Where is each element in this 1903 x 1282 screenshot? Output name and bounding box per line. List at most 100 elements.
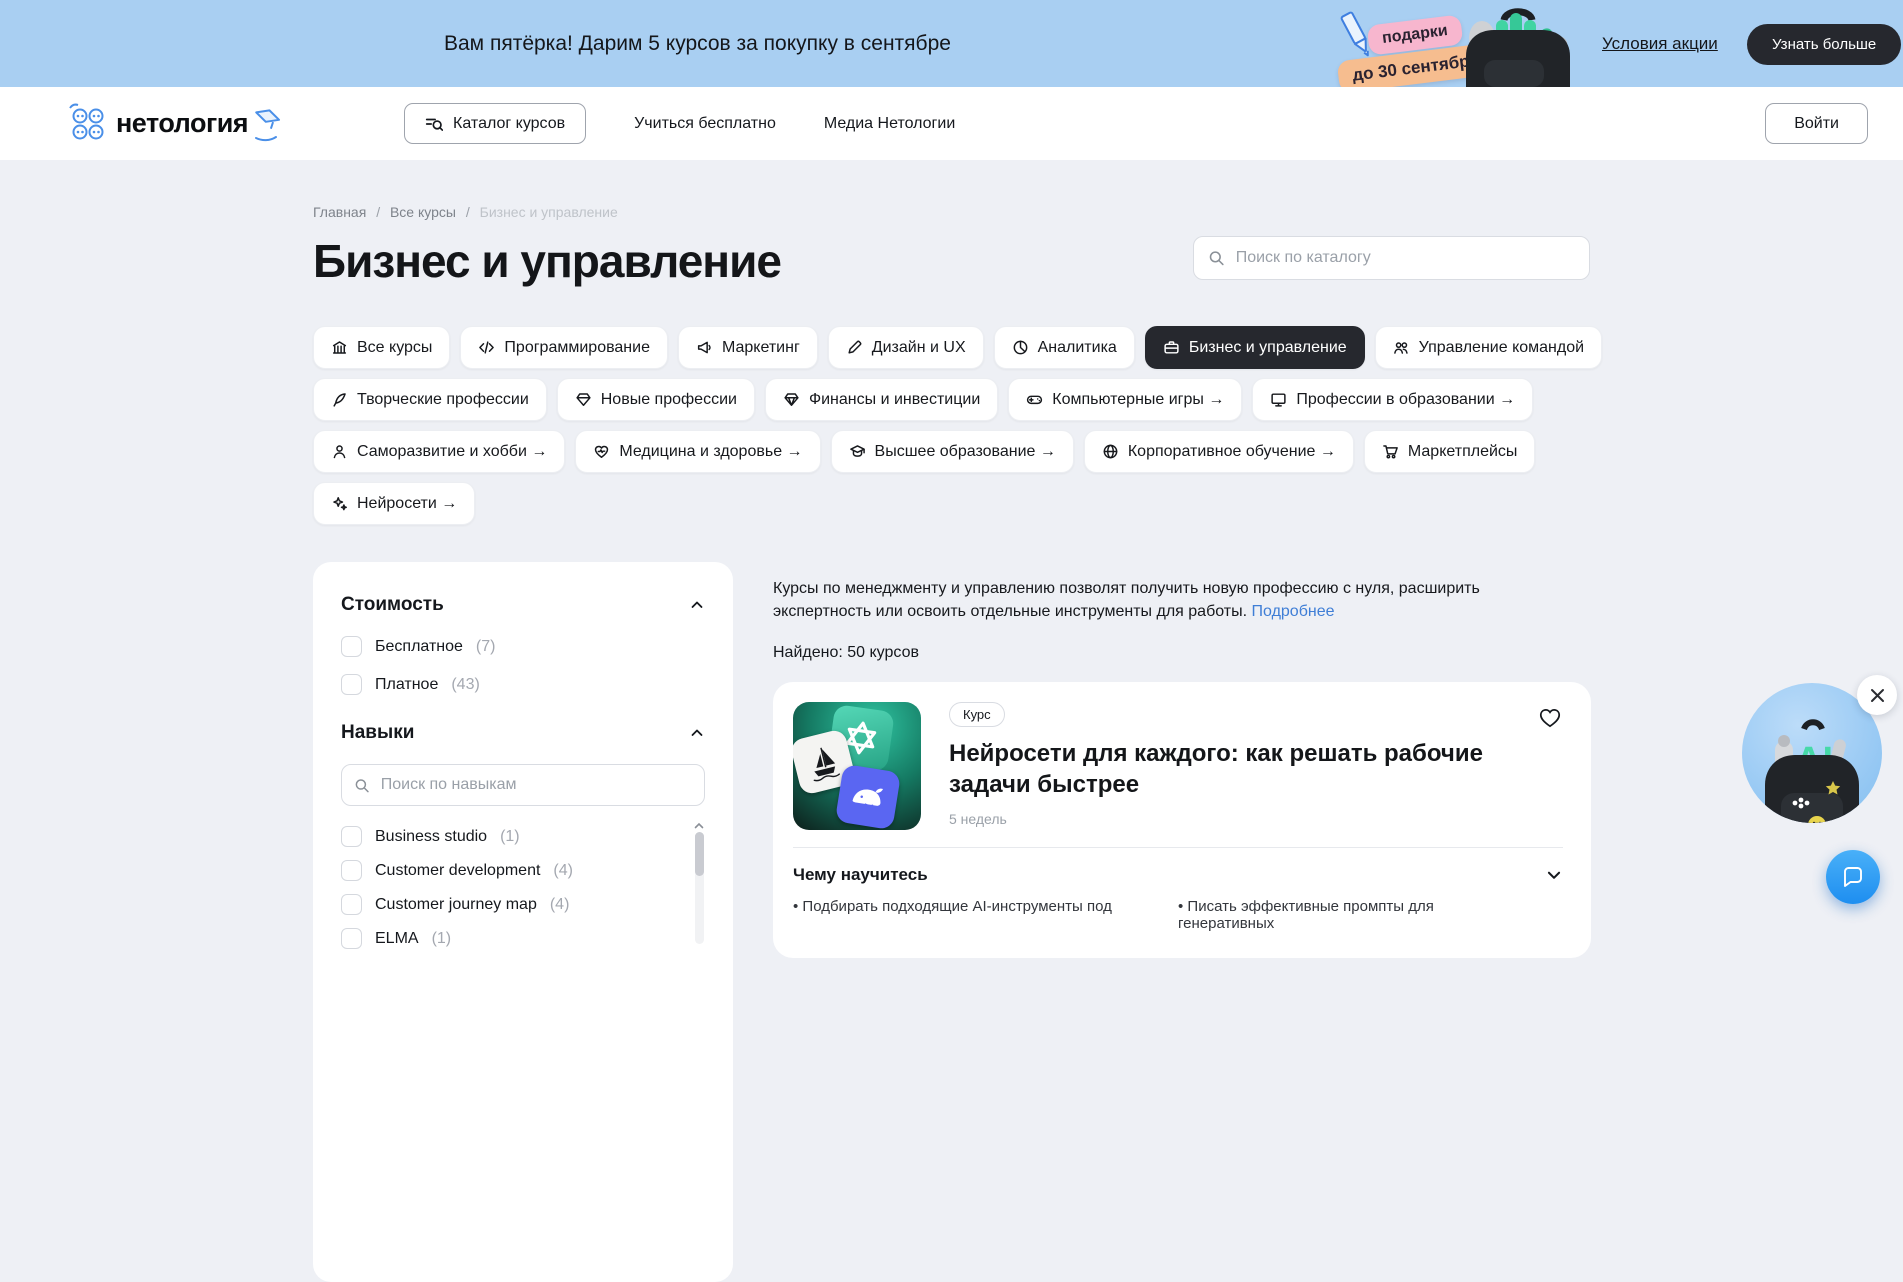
catalog-search-input[interactable] [1234,248,1575,268]
checkbox[interactable] [341,636,362,657]
chip-label: Финансы и инвестиции [809,391,980,409]
course-info: Курс Нейросети для каждого: как решать р… [949,702,1563,830]
option-count: (4) [550,896,570,914]
chip-label: Все курсы [357,339,432,357]
login-button[interactable]: Войти [1765,103,1868,144]
learn-title: Чему научитесь [793,865,928,885]
chip-label: Профессии в образовании → [1296,391,1515,409]
learn-item: Писать эффективные промпты для генератив… [1178,898,1563,932]
chevron-down-icon[interactable] [1545,866,1563,884]
chip-business-management[interactable]: Бизнес и управление [1145,326,1365,369]
chip-neural-networks[interactable]: Нейросети → [313,482,475,525]
widget-close-button[interactable] [1857,675,1897,715]
gamepad-icon [1026,391,1043,408]
skill-option[interactable]: Customer journey map (4) [341,894,683,915]
chip-label: Программирование [504,339,650,357]
chip-design-ux[interactable]: Дизайн и UX [828,326,984,369]
scrollbar-up-arrow-icon[interactable] [694,822,704,829]
monitor-icon [1270,391,1287,408]
checkbox[interactable] [341,860,362,881]
person-icon [331,443,348,460]
code-icon [478,339,495,356]
results-column: Курсы по менеджменту и управлению позвол… [773,562,1591,958]
chat-button[interactable] [1826,850,1880,904]
quill-icon [331,391,348,408]
pie-chart-icon [1012,339,1029,356]
scrollbar-thumb[interactable] [695,832,704,876]
chip-corporate-training[interactable]: Корпоративное обучение → [1084,430,1354,473]
filter-option-free[interactable]: Бесплатное (7) [341,636,705,657]
chip-self-development[interactable]: Саморазвитие и хобби → [313,430,565,473]
catalog-button[interactable]: Каталог курсов [404,103,586,144]
netology-logo[interactable]: нетология [66,103,282,145]
nav-link-media[interactable]: Медиа Нетологии [824,115,955,133]
option-label: ELMA [375,930,419,948]
chevron-up-icon[interactable] [689,597,705,613]
breadcrumb-home[interactable]: Главная [313,204,366,220]
content-row: Стоимость Бесплатное (7) Платное (43) На… [313,562,1903,1282]
option-count: (4) [553,862,573,880]
skill-option[interactable]: Business studio (1) [341,826,683,847]
chip-team-management[interactable]: Управление командой [1375,326,1602,369]
chip-label: Аналитика [1038,339,1117,357]
pen-icon [846,339,863,356]
filter-option-paid[interactable]: Платное (43) [341,674,705,695]
whale-tile [835,764,901,830]
promo-cta-button[interactable]: Узнать больше [1747,24,1901,65]
chevron-up-icon[interactable] [689,725,705,741]
skills-search-input[interactable] [379,775,692,795]
breadcrumb: Главная / Все курсы / Бизнес и управлени… [313,204,1903,220]
chip-label: Новые профессии [601,391,737,409]
sparkles-icon [331,495,348,512]
breadcrumb-separator: / [376,204,380,220]
chip-label: Компьютерные игры → [1052,391,1224,409]
logo-cap-doodle-icon [252,104,282,144]
category-description: Курсы по менеджменту и управлению позвол… [773,578,1518,623]
skill-option[interactable]: Customer development (4) [341,860,683,881]
heart-icon [1537,704,1563,730]
promo-terms-link[interactable]: Условия акции [1602,34,1718,54]
backpack-illustration [1452,0,1584,87]
chip-label: Бизнес и управление [1189,339,1347,357]
whale-icon [843,772,893,822]
chip-computer-games[interactable]: Компьютерные игры → [1008,378,1242,421]
skills-filter-title: Навыки [341,722,414,744]
course-image [793,702,921,830]
course-card-top: Курс Нейросети для каждого: как решать р… [793,702,1563,830]
more-link[interactable]: Подробнее [1252,603,1335,620]
chip-education-professions[interactable]: Профессии в образовании → [1252,378,1533,421]
chip-finance-investments[interactable]: Финансы и инвестиции [765,378,998,421]
option-label: Customer development [375,862,540,880]
course-card[interactable]: Курс Нейросети для каждого: как решать р… [773,682,1591,958]
chip-higher-education[interactable]: Высшее образование → [831,430,1074,473]
checkbox[interactable] [341,928,362,949]
breadcrumb-all-courses[interactable]: Все курсы [390,204,456,220]
chip-label: Высшее образование → [875,443,1056,461]
option-count: (7) [476,638,496,656]
graduation-icon [849,443,866,460]
favorite-button[interactable] [1537,704,1563,733]
nav-link-free-learning[interactable]: Учиться бесплатно [634,115,776,133]
chip-analytics[interactable]: Аналитика [994,326,1135,369]
chip-label: Дизайн и UX [872,339,966,357]
skill-option[interactable]: ELMA (1) [341,928,683,949]
checkbox[interactable] [341,674,362,695]
price-filter-title: Стоимость [341,594,444,616]
checkbox[interactable] [341,826,362,847]
option-label: Business studio [375,828,487,846]
chip-all-courses[interactable]: Все курсы [313,326,450,369]
chip-programming[interactable]: Программирование [460,326,668,369]
checkbox[interactable] [341,894,362,915]
chip-new-professions[interactable]: Новые профессии [557,378,755,421]
chip-marketplaces[interactable]: Маркетплейсы [1364,430,1536,473]
chip-creative-professions[interactable]: Творческие профессии [313,378,547,421]
chip-label: Маркетинг [722,339,800,357]
chip-marketing[interactable]: Маркетинг [678,326,818,369]
breadcrumb-separator: / [466,204,470,220]
course-duration: 5 недель [949,811,1563,827]
option-label: Платное [375,676,438,694]
bank-icon [331,339,348,356]
page-title: Бизнес и управление [313,234,781,288]
scrollbar-track [695,832,704,944]
chip-medicine-health[interactable]: Медицина и здоровье → [575,430,820,473]
